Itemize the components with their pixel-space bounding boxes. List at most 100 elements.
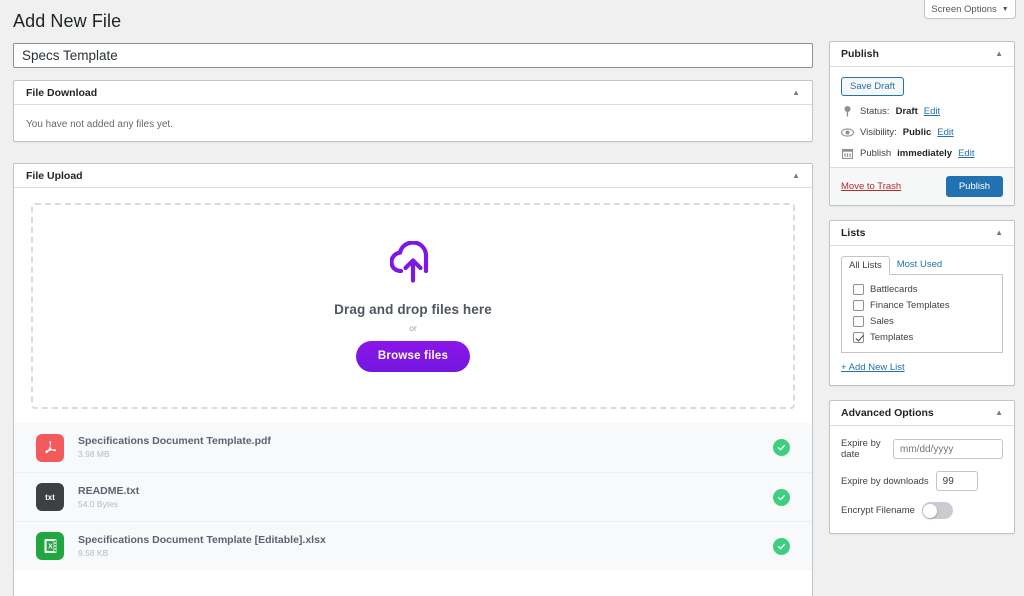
- file-download-body: You have not added any files yet.: [14, 105, 812, 141]
- file-meta: Specifications Document Template [Editab…: [78, 533, 773, 560]
- publish-status-row: Status: Draft Edit: [841, 106, 1003, 117]
- list-item[interactable]: Sales: [853, 316, 993, 327]
- file-download-title: File Download: [26, 86, 98, 99]
- toggle-knob: [923, 503, 938, 518]
- file-download-empty-message: You have not added any files yet.: [26, 119, 173, 130]
- publish-status-edit-link[interactable]: Edit: [924, 106, 940, 117]
- encrypt-filename-label: Encrypt Filename: [841, 505, 915, 516]
- advanced-options-title: Advanced Options: [841, 407, 934, 419]
- encrypt-filename-toggle[interactable]: [921, 502, 953, 519]
- lists-tab-all-lists[interactable]: All Lists: [841, 256, 890, 275]
- publish-body: Save Draft Status: Draft Edit Visibility…: [830, 67, 1014, 167]
- list-item[interactable]: Battlecards: [853, 284, 993, 295]
- sidebar: Publish ▲ Save Draft Status: Draft Edit: [829, 41, 1015, 548]
- publish-title: Publish: [841, 48, 879, 60]
- publish-visibility-label: Visibility:: [860, 127, 897, 138]
- file-size: 3.98 MB: [78, 449, 110, 460]
- file-row[interactable]: X Specifications Document Template [Edita…: [14, 521, 812, 570]
- file-name: Specifications Document Template.pdf: [78, 435, 271, 448]
- svg-text:X: X: [48, 544, 53, 551]
- dropzone-separator-text: or: [409, 322, 417, 333]
- save-draft-button[interactable]: Save Draft: [841, 77, 904, 96]
- uploaded-file-list: Specifications Document Template.pdf 3.98…: [14, 423, 812, 570]
- lists-tab-bar: All Lists Most Used: [841, 255, 1003, 275]
- list-item-label: Templates: [870, 332, 914, 343]
- file-upload-title: File Upload: [26, 169, 83, 182]
- expire-by-downloads-input[interactable]: [935, 471, 978, 491]
- dropzone-primary-text: Drag and drop files here: [334, 301, 492, 317]
- file-download-panel: File Download ▲ You have not added any f…: [13, 80, 813, 142]
- publish-visibility-row: Visibility: Public Edit: [841, 127, 1003, 138]
- expire-by-date-label: Expire by date: [841, 438, 881, 460]
- encrypt-filename-row: Encrypt Filename: [841, 502, 1003, 519]
- chevron-up-icon[interactable]: ▲: [995, 229, 1003, 237]
- list-item-label: Sales: [870, 316, 894, 327]
- publish-status-label: Status:: [860, 106, 890, 117]
- advanced-options-body: Expire by date Expire by downloads Encry…: [830, 426, 1014, 533]
- list-item[interactable]: Finance Templates: [853, 300, 993, 311]
- xlsx-file-icon: X: [36, 532, 64, 560]
- file-title-input[interactable]: [13, 43, 813, 68]
- publish-schedule-edit-link[interactable]: Edit: [958, 148, 974, 159]
- chevron-up-icon[interactable]: ▲: [995, 50, 1003, 58]
- screen-options-button[interactable]: Screen Options ▼: [924, 0, 1016, 19]
- file-size: 54.0 Bytes: [78, 498, 119, 509]
- chevron-down-icon: ▼: [1001, 5, 1009, 13]
- list-item[interactable]: Templates: [853, 332, 993, 343]
- publish-status-value: Draft: [895, 106, 918, 117]
- chevron-up-icon[interactable]: ▲: [995, 409, 1003, 417]
- publish-schedule-value: immediately: [897, 148, 953, 159]
- eye-icon: [841, 128, 854, 137]
- chevron-up-icon[interactable]: ▲: [792, 88, 800, 97]
- browse-files-button[interactable]: Browse files: [355, 340, 471, 372]
- add-new-list-link[interactable]: + Add New List: [841, 362, 905, 373]
- publish-button[interactable]: Publish: [945, 176, 1003, 197]
- file-upload-header[interactable]: File Upload ▲: [14, 164, 812, 188]
- pdf-file-icon: [36, 433, 64, 462]
- file-row[interactable]: txt README.txt 54.0 Bytes: [14, 472, 812, 521]
- publish-header[interactable]: Publish ▲: [830, 42, 1014, 67]
- checkbox-finance-templates[interactable]: [853, 300, 864, 311]
- move-to-trash-link[interactable]: Move to Trash: [841, 181, 901, 192]
- publish-footer: Move to Trash Publish: [830, 167, 1014, 205]
- admin-page: Screen Options ▼ Add New File File Downl…: [0, 0, 1024, 596]
- file-list-tail: [14, 570, 812, 596]
- lists-tab-most-used[interactable]: Most Used: [890, 256, 949, 275]
- checkbox-templates[interactable]: [853, 332, 864, 343]
- upload-complete-check-icon: [773, 537, 790, 555]
- cloud-upload-icon: [389, 239, 436, 288]
- lists-header[interactable]: Lists ▲: [830, 221, 1014, 246]
- checkbox-battlecards[interactable]: [853, 284, 864, 295]
- file-meta: Specifications Document Template.pdf 3.98…: [78, 434, 773, 461]
- lists-panel: Lists ▲ All Lists Most Used Battlecards Fi…: [829, 220, 1015, 386]
- expire-by-downloads-label: Expire by downloads: [841, 475, 929, 487]
- main-column: File Download ▲ You have not added any f…: [13, 43, 813, 596]
- lists-checkbox-group: Battlecards Finance Templates Sales Templat…: [841, 275, 1003, 353]
- dropzone-wrapper: Drag and drop files here or Browse files: [14, 188, 812, 409]
- publish-schedule-row: Publish immediately Edit: [841, 148, 1003, 159]
- file-meta: README.txt 54.0 Bytes: [78, 484, 773, 511]
- publish-visibility-value: Public: [902, 127, 932, 138]
- advanced-options-panel: Advanced Options ▲ Expire by date Expire…: [829, 400, 1015, 534]
- checkbox-sales[interactable]: [853, 316, 864, 327]
- file-size: 9.58 KB: [78, 547, 109, 558]
- expire-by-date-input[interactable]: [893, 439, 1003, 459]
- list-item-label: Finance Templates: [870, 300, 950, 311]
- chevron-up-icon[interactable]: ▲: [792, 171, 800, 180]
- upload-complete-check-icon: [773, 488, 790, 506]
- calendar-icon: [841, 148, 854, 159]
- file-upload-panel: File Upload ▲ Drag and drop files here o…: [13, 163, 813, 596]
- expire-by-downloads-row: Expire by downloads: [841, 471, 1003, 491]
- advanced-options-header[interactable]: Advanced Options ▲: [830, 401, 1014, 426]
- page-title: Add New File: [13, 11, 122, 31]
- publish-schedule-label: Publish: [860, 148, 892, 159]
- file-download-header[interactable]: File Download ▲: [14, 81, 812, 105]
- txt-file-icon: txt: [36, 483, 64, 511]
- upload-complete-check-icon: [773, 439, 790, 456]
- expire-by-date-row: Expire by date: [841, 438, 1003, 460]
- screen-options-label: Screen Options: [931, 3, 997, 15]
- file-row[interactable]: Specifications Document Template.pdf 3.98…: [14, 423, 812, 472]
- file-dropzone[interactable]: Drag and drop files here or Browse files: [31, 203, 795, 409]
- publish-panel: Publish ▲ Save Draft Status: Draft Edit: [829, 41, 1015, 206]
- publish-visibility-edit-link[interactable]: Edit: [937, 127, 953, 138]
